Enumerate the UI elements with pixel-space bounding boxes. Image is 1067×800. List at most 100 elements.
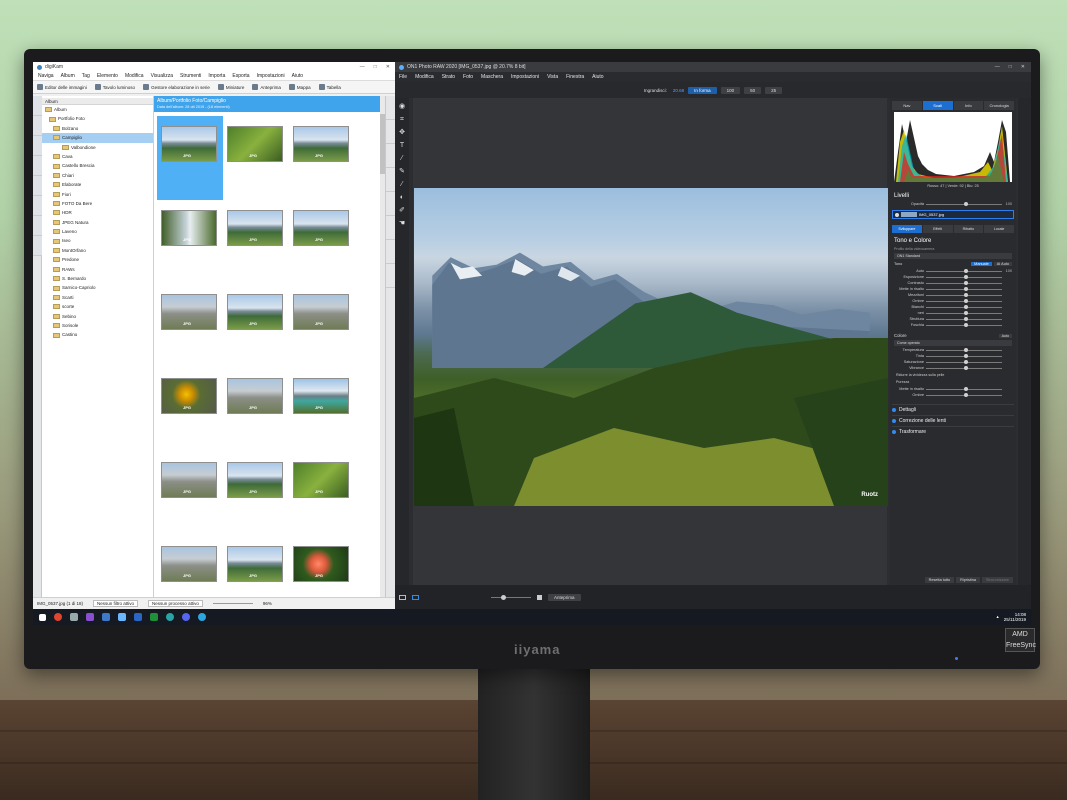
righttab-properties[interactable] bbox=[386, 96, 395, 120]
tone-color-title[interactable]: Tono e Colore bbox=[894, 238, 1012, 244]
tree-item[interactable]: Album bbox=[42, 105, 153, 114]
tab-effects[interactable]: Effetti bbox=[922, 225, 953, 233]
sidetab-map[interactable] bbox=[33, 216, 42, 236]
thumbnail-item[interactable]: JPG bbox=[289, 452, 355, 536]
thumbnail-item[interactable]: JPG bbox=[223, 200, 289, 284]
thumbnail-item[interactable]: JPG bbox=[157, 452, 223, 536]
sidetab-people[interactable] bbox=[33, 236, 42, 256]
tree-item[interactable]: Iseo bbox=[42, 236, 153, 245]
tab-history[interactable]: Cronologia bbox=[984, 101, 1014, 110]
zoom-value[interactable]: 20.68 bbox=[673, 88, 684, 93]
tab-local[interactable]: Locale bbox=[984, 225, 1014, 233]
tab-develop[interactable]: Sviluppare bbox=[892, 225, 922, 233]
thumbnail-item[interactable]: JPG bbox=[157, 284, 223, 368]
masking-brush-icon[interactable]: ⁄ bbox=[398, 181, 406, 189]
chrome-icon[interactable] bbox=[54, 613, 62, 621]
tree-item[interactable]: FOTO Da Bere bbox=[42, 199, 153, 208]
haze-slider[interactable]: Foschia bbox=[894, 322, 1012, 328]
status-filter[interactable]: Nessun filtro attivo bbox=[93, 600, 139, 607]
light-table-button[interactable]: Tavolo luminoso bbox=[94, 84, 135, 90]
righttab-colors[interactable] bbox=[386, 144, 395, 168]
thumbnail-item[interactable]: JPG bbox=[289, 284, 355, 368]
zoom-50-button[interactable]: 50 bbox=[744, 86, 762, 94]
tree-item[interactable]: Portfolio Foto bbox=[42, 114, 153, 123]
tab-levels[interactable]: Scali bbox=[922, 101, 953, 110]
tab-nav[interactable]: Nav bbox=[892, 101, 922, 110]
thumbnail-item-selected[interactable]: JPG bbox=[157, 116, 223, 200]
menu-impostazioni[interactable]: Impostazioni bbox=[257, 73, 285, 79]
color-auto-button[interactable]: Auto bbox=[998, 333, 1012, 338]
thumbnail-item[interactable]: JPG bbox=[157, 200, 223, 284]
menu-elemento[interactable]: Elemento bbox=[97, 73, 118, 79]
tree-item[interactable]: scorte bbox=[42, 302, 153, 311]
start-icon[interactable] bbox=[39, 613, 46, 621]
menu-aiuto[interactable]: Aiuto bbox=[292, 73, 303, 79]
tree-item[interactable]: Scarti bbox=[42, 293, 153, 302]
eye-icon[interactable] bbox=[895, 212, 899, 217]
batch-queue-button[interactable]: Gestore elaborazione in serie bbox=[143, 84, 210, 90]
thumbnail-item[interactable]: JPG bbox=[223, 284, 289, 368]
tree-item[interactable]: Castello Brescia bbox=[42, 161, 153, 170]
move-icon[interactable]: ✥ bbox=[398, 129, 406, 137]
menu-importa[interactable]: Importa bbox=[208, 73, 225, 79]
menu-strato[interactable]: Strato bbox=[442, 74, 455, 80]
table-view-button[interactable]: Tabella bbox=[318, 84, 341, 90]
zoom-fit-button[interactable]: In forma bbox=[688, 86, 717, 94]
tree-item[interactable]: Castino bbox=[42, 330, 153, 339]
zoom-slider[interactable] bbox=[212, 603, 253, 604]
app-icon[interactable] bbox=[70, 613, 78, 621]
hand-icon[interactable]: ☚ bbox=[398, 220, 406, 228]
restore-button[interactable]: Ripristina bbox=[956, 576, 980, 583]
righttab-captions[interactable] bbox=[386, 192, 395, 216]
zoom-100-button[interactable]: 100 bbox=[720, 86, 741, 94]
retouch-icon[interactable]: ✎ bbox=[398, 168, 406, 176]
menu-naviga[interactable]: Naviga bbox=[38, 73, 54, 79]
righttab-metadata[interactable] bbox=[386, 120, 395, 144]
minimize-icon[interactable]: — bbox=[995, 64, 1000, 70]
telegram-icon[interactable] bbox=[198, 613, 206, 621]
app-icon[interactable] bbox=[102, 613, 110, 621]
menu-visualizza[interactable]: Visualizza bbox=[151, 73, 173, 79]
menu-modifica[interactable]: Modifica bbox=[415, 74, 434, 80]
sidetab-dates[interactable] bbox=[33, 136, 42, 156]
close-icon[interactable]: ✕ bbox=[1021, 64, 1025, 70]
thumbnail-item[interactable]: JPG bbox=[157, 536, 223, 597]
tree-item[interactable]: Chiari bbox=[42, 171, 153, 180]
layer-row[interactable]: IMG_0537.jpg bbox=[892, 210, 1014, 219]
thumbnail-item[interactable]: JPG bbox=[289, 536, 355, 597]
tree-item-selected[interactable]: Campiglio bbox=[42, 133, 153, 143]
thumbnail-item[interactable]: JPG bbox=[223, 452, 289, 536]
righttab-versions[interactable] bbox=[386, 216, 395, 240]
brush-icon[interactable]: ⁄ bbox=[398, 155, 406, 163]
close-icon[interactable]: ✕ bbox=[386, 64, 390, 70]
zoom-25-button[interactable]: 25 bbox=[765, 86, 783, 94]
menu-vista[interactable]: Vista bbox=[547, 74, 558, 80]
tone-manual-button[interactable]: Manuale bbox=[971, 261, 992, 266]
compare-view-icon[interactable] bbox=[412, 594, 419, 600]
righttab-tools[interactable] bbox=[386, 264, 395, 288]
app-icon[interactable] bbox=[150, 613, 158, 621]
menu-maschera[interactable]: Maschera bbox=[481, 74, 503, 80]
thumbnails-view-button[interactable]: Miniature bbox=[217, 84, 244, 90]
thumbnail-item[interactable]: JPG bbox=[223, 368, 289, 452]
camera-profile-dropdown[interactable]: ON1 Standard bbox=[894, 253, 1012, 259]
thumbnail-item[interactable]: JPG bbox=[289, 368, 355, 452]
minimize-icon[interactable]: — bbox=[360, 64, 365, 70]
menu-aiuto[interactable]: Aiuto bbox=[592, 74, 603, 80]
scrollbar-thumb[interactable] bbox=[380, 114, 385, 174]
sidetab-search[interactable] bbox=[33, 176, 42, 196]
app-icon[interactable] bbox=[182, 613, 190, 621]
white-balance-dropdown[interactable]: Come operato bbox=[894, 340, 1012, 346]
sidetab-labels[interactable] bbox=[33, 116, 42, 136]
text-icon[interactable]: T bbox=[398, 142, 406, 150]
thumbnail-item[interactable]: JPG bbox=[223, 116, 289, 200]
tree-item[interactable]: S. Bernardo bbox=[42, 274, 153, 283]
tree-item[interactable]: Elaborate bbox=[42, 180, 153, 189]
righttab-filters[interactable] bbox=[386, 240, 395, 264]
sidetab-similar[interactable] bbox=[33, 196, 42, 216]
clock[interactable]: 14:08 25/11/2019 bbox=[1004, 612, 1026, 622]
app-icon[interactable] bbox=[86, 613, 94, 621]
menu-album[interactable]: Album bbox=[61, 73, 75, 79]
tree-item[interactable]: Fiori bbox=[42, 190, 153, 199]
tree-item[interactable]: JPEG Natura bbox=[42, 218, 153, 227]
